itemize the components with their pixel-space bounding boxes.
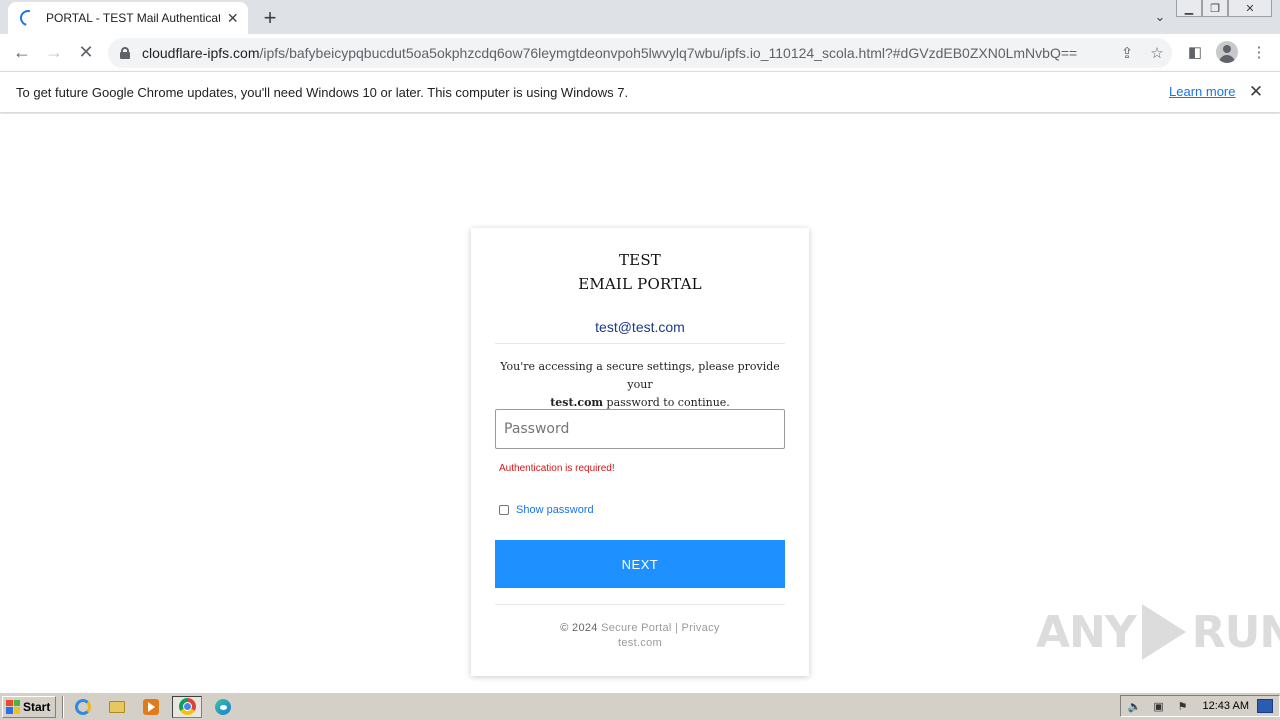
profile-button[interactable]	[1214, 39, 1240, 65]
chrome-icon	[178, 698, 196, 715]
close-window-button[interactable]: ✕	[1228, 0, 1272, 17]
taskbar-media-button[interactable]	[138, 696, 164, 718]
system-tray: 🔈 ▣ ⚑ 12:43 AM	[1119, 695, 1280, 717]
show-password-toggle[interactable]: Show password	[499, 504, 594, 516]
learn-more-link[interactable]: Learn more	[1169, 84, 1235, 99]
footer-separator: |	[675, 622, 679, 634]
footer-secure-portal-link[interactable]: Secure Portal	[601, 622, 672, 634]
profile-avatar-icon	[1216, 41, 1238, 63]
address-bar[interactable]: cloudflare-ipfs.com/ipfs/bafybeicypqbucd…	[108, 38, 1172, 68]
notice-domain: test.com	[550, 396, 604, 409]
url-text[interactable]: cloudflare-ipfs.com/ipfs/bafybeicypqbucd…	[142, 45, 1112, 61]
notice-post: password to continue.	[606, 396, 730, 409]
notice-text: You're accessing a secure settings, plea…	[495, 358, 785, 412]
brand-title: TEST	[618, 251, 662, 269]
url-path: /ipfs/bafybeicypqbucdut5oa5okphzcdq6ow76…	[259, 45, 1078, 61]
taskbar-chrome-button[interactable]	[172, 695, 202, 718]
back-arrow-icon[interactable]: ←	[8, 39, 36, 67]
show-desktop-icon[interactable]	[1257, 699, 1273, 713]
login-card-content: TEST EMAIL PORTAL test@test.com You're a…	[471, 114, 809, 692]
browser-toolbar: ← → ✕ cloudflare-ipfs.com/ipfs/bafybeicy…	[0, 34, 1280, 71]
tab-title: PORTAL - TEST Mail Authentication	[46, 11, 220, 25]
action-center-flag-icon[interactable]: ⚑	[1175, 698, 1191, 714]
windows-logo-icon	[6, 699, 20, 714]
tab-search-chevron-icon[interactable]: ⌄	[1150, 8, 1170, 26]
footer-links: © 2024 Secure Portal | Privacy	[471, 622, 809, 634]
forward-arrow-icon[interactable]: →	[40, 39, 68, 67]
clock[interactable]: 12:43 AM	[1203, 700, 1249, 712]
taskbar-separator	[62, 695, 64, 718]
browser-tab[interactable]: PORTAL - TEST Mail Authentication ✕	[8, 2, 248, 34]
watermark-right: RUN	[1191, 606, 1280, 658]
loading-spinner-icon	[17, 7, 39, 29]
update-infobar: To get future Google Chrome updates, you…	[0, 71, 1280, 113]
start-button[interactable]: Start	[2, 695, 56, 718]
error-message: Authentication is required!	[499, 463, 615, 474]
internet-explorer-icon	[75, 698, 91, 715]
start-label: Start	[23, 699, 51, 714]
share-icon[interactable]: ⇪	[1112, 41, 1142, 65]
new-tab-button[interactable]: +	[258, 6, 282, 30]
bookmark-star-icon[interactable]: ☆	[1142, 41, 1172, 65]
watermark-left: ANY	[1036, 606, 1137, 658]
volume-icon[interactable]: 🔈	[1127, 698, 1143, 714]
network-icon[interactable]: ▣	[1151, 698, 1167, 714]
windows-taskbar: Start 🔈 ▣ ⚑ 12:43 AM	[0, 692, 1280, 720]
media-player-icon	[143, 698, 159, 715]
stop-loading-icon[interactable]: ✕	[72, 39, 100, 67]
window-controls: ▁ ❐ ✕	[1176, 0, 1272, 17]
taskbar-ie-button[interactable]	[70, 696, 96, 718]
infobar-close-icon[interactable]: ✕	[1247, 82, 1265, 102]
url-host: cloudflare-ipfs.com	[142, 45, 260, 61]
tab-close-icon[interactable]: ✕	[226, 10, 241, 26]
watermark-play-icon	[1141, 604, 1186, 660]
next-button[interactable]: NEXT	[495, 540, 785, 588]
divider	[495, 343, 785, 344]
toolbar-right: ◧ ⋮	[1182, 39, 1272, 65]
anyrun-watermark: ANY RUN	[1036, 604, 1280, 660]
divider	[495, 604, 785, 605]
edge-icon	[215, 698, 231, 715]
minimize-button[interactable]: ▁	[1176, 0, 1202, 17]
folder-icon	[109, 700, 125, 713]
show-password-label[interactable]: Show password	[516, 504, 594, 516]
lock-icon[interactable]	[120, 47, 130, 59]
menu-kebab-icon[interactable]: ⋮	[1246, 39, 1272, 65]
password-input[interactable]	[495, 409, 785, 449]
show-password-checkbox[interactable]	[499, 505, 509, 515]
restore-button[interactable]: ❐	[1202, 0, 1228, 17]
brand-subtitle: EMAIL PORTAL	[578, 275, 702, 293]
footer-domain: test.com	[618, 637, 662, 649]
taskbar-explorer-button[interactable]	[104, 696, 130, 718]
notice-pre: You're accessing a secure settings, plea…	[500, 360, 780, 391]
tab-strip: PORTAL - TEST Mail Authentication ✕ + ⌄ …	[0, 0, 1280, 34]
footer-copyright: © 2024	[560, 622, 598, 634]
footer-privacy-link[interactable]: Privacy	[682, 622, 720, 634]
side-panel-icon[interactable]: ◧	[1182, 39, 1208, 65]
infobar-message: To get future Google Chrome updates, you…	[16, 84, 629, 100]
account-email: test@test.com	[595, 319, 685, 335]
taskbar-edge-button[interactable]	[210, 696, 236, 718]
